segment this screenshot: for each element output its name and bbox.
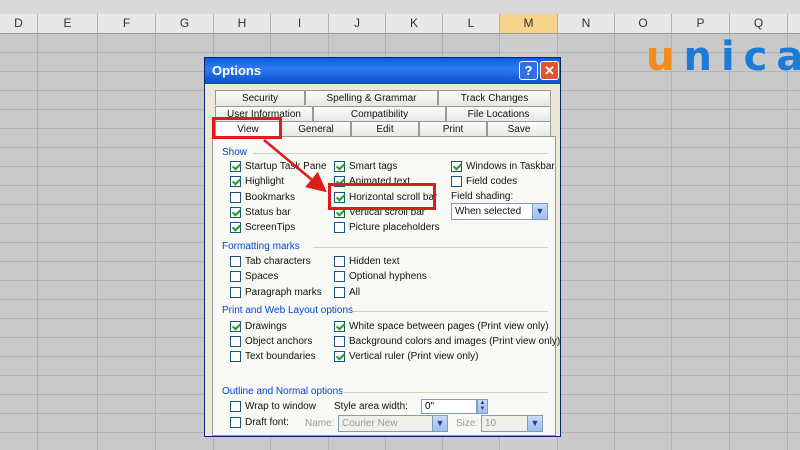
annotation-arrow [263, 139, 327, 193]
